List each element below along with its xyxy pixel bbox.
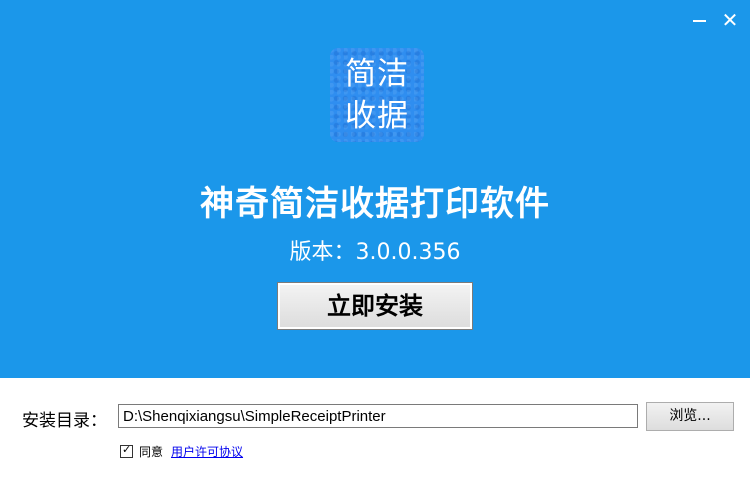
agree-label: 同意 <box>139 444 164 459</box>
version-text: 版本：3.0.0.356 <box>289 240 461 265</box>
agree-checkbox[interactable]: ✓ <box>120 442 133 458</box>
install-now-button[interactable]: 立即安装 <box>277 282 473 330</box>
logo-line-1: 简洁 <box>345 56 409 92</box>
app-title: 神奇简洁收据打印软件 <box>200 184 550 224</box>
header-panel: ✕ 简洁 收据 神奇简洁收据打印软件 版本：3.0.0.356 立即安装 <box>0 0 750 378</box>
app-logo: 简洁 收据 <box>330 48 424 142</box>
minimize-button[interactable] <box>688 8 712 32</box>
close-button[interactable]: ✕ <box>718 8 742 32</box>
license-agreement-link[interactable]: 用户许可协议 <box>171 443 243 460</box>
logo-line-2: 收据 <box>345 98 409 134</box>
install-dir-label: 安装目录： <box>22 411 107 431</box>
install-dir-input[interactable] <box>118 404 638 428</box>
close-icon: ✕ <box>721 8 739 32</box>
checkmark-icon: ✓ <box>122 442 132 456</box>
minimize-icon <box>693 20 706 22</box>
agreement-row: ✓ 同意 用户许可协议 <box>120 442 243 460</box>
browse-button[interactable]: 浏览... <box>646 402 734 431</box>
